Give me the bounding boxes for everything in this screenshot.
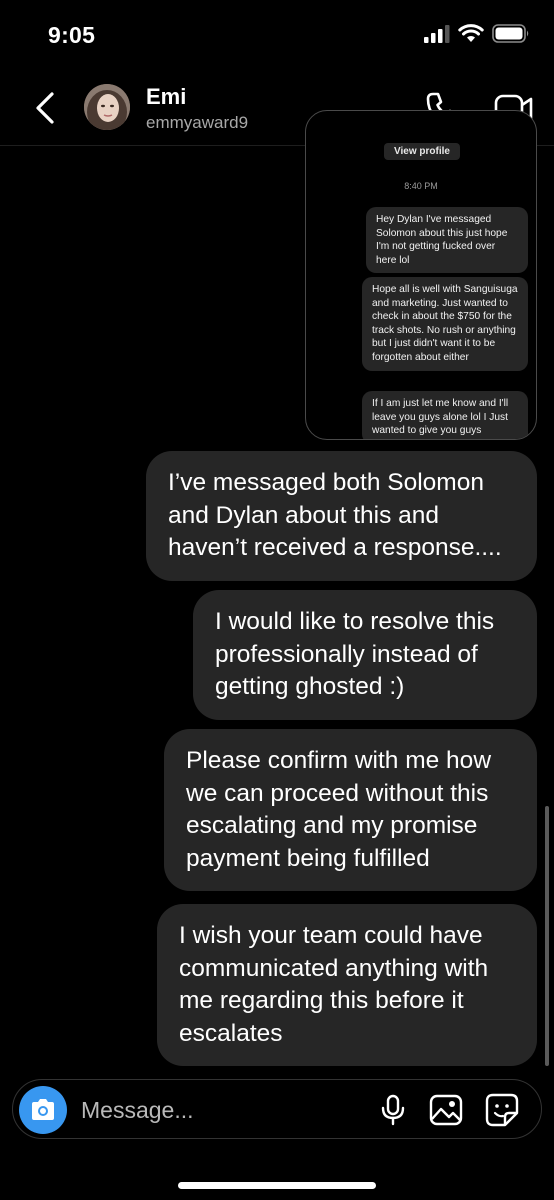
gallery-button[interactable] xyxy=(429,1094,463,1126)
battery-icon xyxy=(492,24,529,43)
embed-message: Hope all is well with Sanguisuga and mar… xyxy=(362,277,528,371)
wifi-icon xyxy=(458,24,484,42)
message-bubble[interactable]: I wish your team could have communicated… xyxy=(157,904,537,1066)
gallery-icon xyxy=(429,1094,463,1126)
message-composer xyxy=(12,1079,542,1139)
voice-message-button[interactable] xyxy=(379,1094,407,1126)
avatar-photo xyxy=(84,84,130,130)
embed-view-profile-button: View profile xyxy=(384,143,460,160)
status-bar: 9:05 xyxy=(0,0,554,70)
message-bubble[interactable]: I’ve messaged both Solomon and Dylan abo… xyxy=(146,451,537,581)
back-button[interactable] xyxy=(30,90,60,126)
cellular-signal-icon xyxy=(424,24,450,43)
contact-handle[interactable]: emmyaward9 xyxy=(146,113,248,133)
contact-name[interactable]: Emi xyxy=(146,84,186,110)
status-time: 9:05 xyxy=(48,22,96,48)
status-icons xyxy=(424,24,530,43)
sticker-icon xyxy=(485,1093,519,1127)
home-indicator xyxy=(178,1182,376,1189)
camera-button[interactable] xyxy=(19,1086,67,1134)
embed-message: If I am just let me know and I'll leave … xyxy=(362,391,528,439)
shared-screenshot[interactable]: View profile 8:40 PM Hey Dylan I've mess… xyxy=(305,110,537,440)
embed-timestamp: 8:40 PM xyxy=(404,181,438,191)
embed-message: Hey Dylan I've messaged Solomon about th… xyxy=(366,207,528,274)
message-input[interactable] xyxy=(81,1092,371,1128)
back-chevron-icon xyxy=(36,92,54,124)
message-bubble[interactable]: I would like to resolve this professiona… xyxy=(193,590,537,720)
camera-icon xyxy=(32,1099,54,1120)
avatar[interactable] xyxy=(84,84,130,130)
sticker-button[interactable] xyxy=(485,1093,519,1127)
microphone-icon xyxy=(381,1094,405,1126)
message-bubble[interactable]: Please confirm with me how we can procee… xyxy=(164,729,537,891)
scroll-indicator xyxy=(545,806,549,1066)
